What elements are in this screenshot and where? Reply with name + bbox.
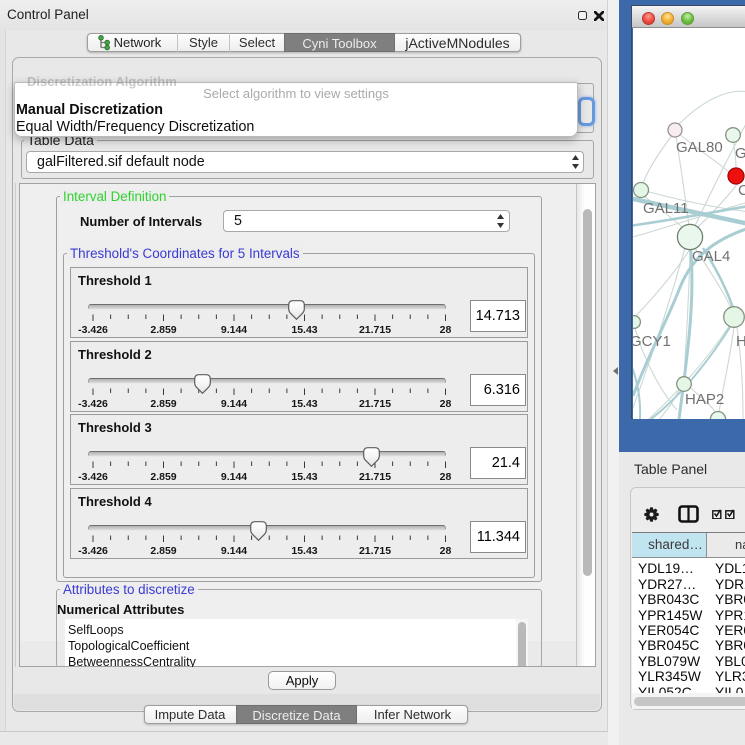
svg-text:GAL11: GAL11 [643,200,689,217]
svg-text:GA: GA [735,145,745,162]
svg-text:GAL80: GAL80 [676,139,723,156]
svg-text:HAP2: HAP2 [685,391,724,408]
svg-text:H: H [736,333,745,350]
svg-text:C: C [738,182,745,199]
svg-text:GAL4: GAL4 [692,248,730,265]
svg-text:GCY1: GCY1 [633,333,671,350]
